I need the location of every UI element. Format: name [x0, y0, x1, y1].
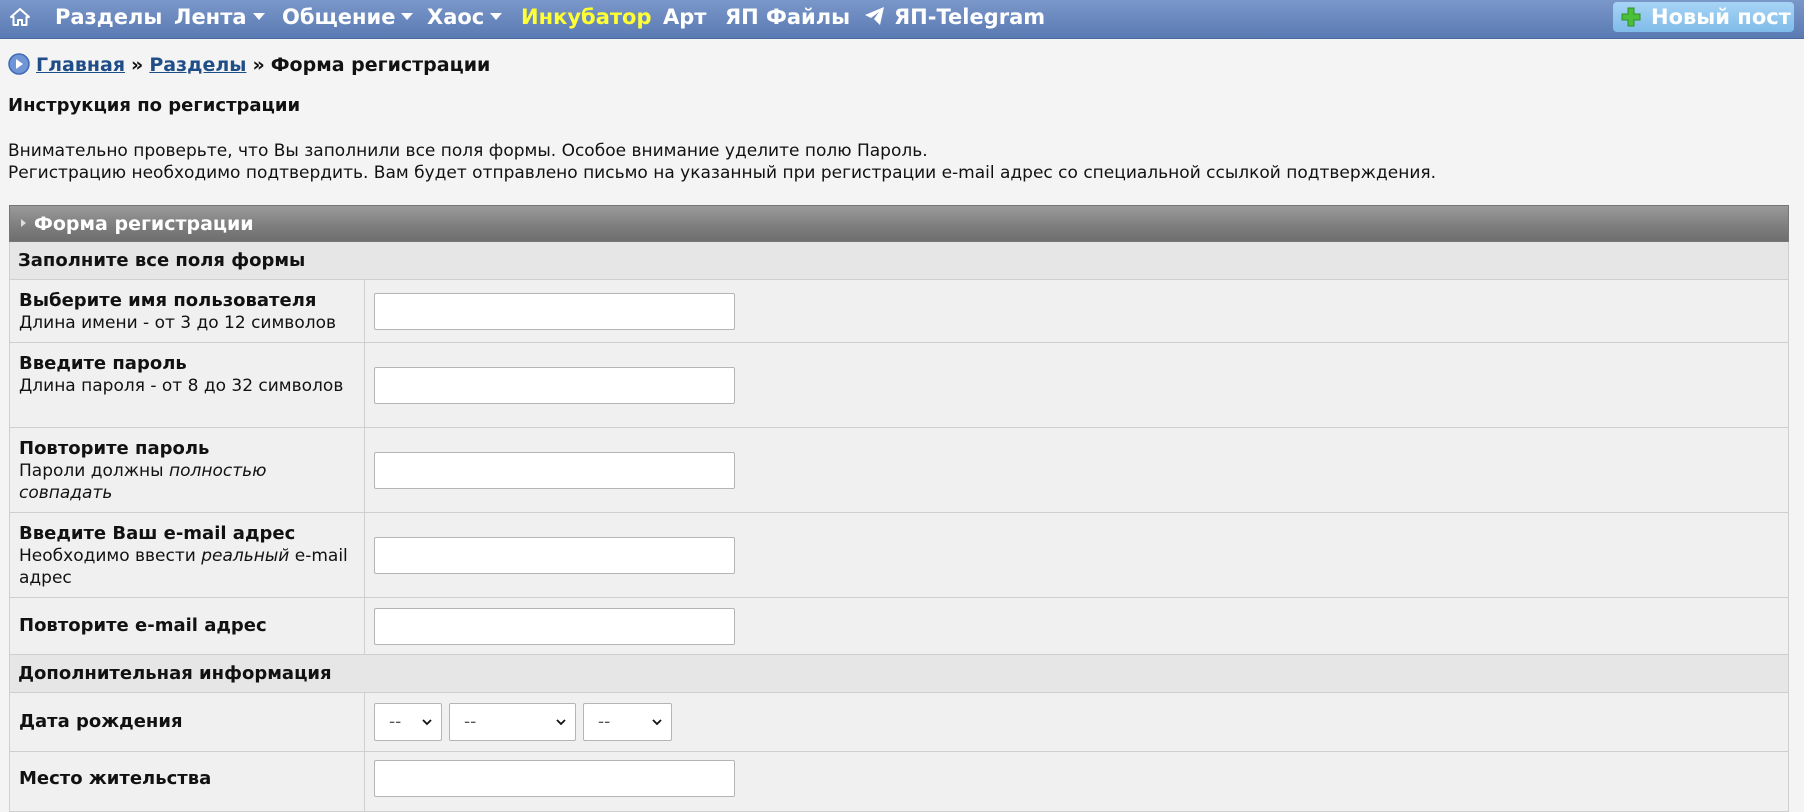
password-repeat-label: Повторите пароль: [19, 438, 210, 459]
nav-item-sections[interactable]: Разделы: [55, 3, 162, 31]
password-repeat-input[interactable]: [374, 451, 735, 489]
location-input[interactable]: [374, 760, 735, 797]
nav-item-files[interactable]: ЯП Файлы: [725, 3, 850, 31]
username-input[interactable]: [374, 292, 735, 330]
password-repeat-hint: Пароли должны: [19, 461, 169, 481]
nav-item-communication[interactable]: Общение: [282, 3, 414, 31]
new-post-button[interactable]: Новый пост: [1613, 2, 1794, 32]
nav-item-telegram[interactable]: ЯП-Telegram: [864, 3, 1045, 31]
breadcrumb-separator: »: [131, 54, 144, 76]
breadcrumb-separator: »: [252, 54, 265, 76]
registration-form: Форма регистрации Заполните все поля фор…: [9, 205, 1789, 812]
password-repeat-label-cell: Повторите пароль Пароли должны полностью…: [10, 428, 365, 512]
email-input[interactable]: [374, 536, 735, 574]
telegram-icon: [865, 7, 884, 25]
nav-item-incubator[interactable]: Инкубатор: [521, 3, 652, 31]
chevron-down-icon: [490, 12, 503, 20]
email-repeat-label-cell: Повторите e-mail адрес: [10, 598, 365, 654]
form-header: Форма регистрации: [9, 205, 1789, 242]
chevron-down-icon: [401, 12, 414, 20]
birthdate-label: Дата рождения: [19, 711, 183, 732]
username-hint: Длина имени - от 3 до 12 символов: [19, 313, 337, 333]
plus-icon: [1621, 7, 1641, 27]
email-row: Введите Ваш e-mail адрес Необходимо ввес…: [9, 513, 1789, 598]
breadcrumb-sections-link[interactable]: Разделы: [149, 54, 246, 76]
section-header-main: Заполните все поля формы: [9, 242, 1789, 280]
chevron-down-icon: [652, 719, 662, 726]
birthdate-row: Дата рождения -- -- --: [9, 693, 1789, 752]
password-repeat-row: Повторите пароль Пароли должны полностью…: [9, 428, 1789, 513]
instructions-title: Инструкция по регистрации: [8, 95, 301, 116]
password-label-cell: Введите пароль Длина пароля - от 8 до 32…: [10, 343, 365, 427]
chevron-down-icon: [422, 719, 432, 726]
breadcrumb-home-link[interactable]: Главная: [36, 54, 125, 76]
email-hint: Необходимо ввести: [19, 546, 202, 566]
home-icon[interactable]: [10, 8, 30, 26]
username-label: Выберите имя пользователя: [19, 290, 317, 311]
location-label-cell: Место жительства: [10, 752, 365, 811]
triangle-right-icon: [21, 218, 26, 227]
birthdate-year-select[interactable]: --: [583, 703, 672, 741]
birthdate-month-select[interactable]: --: [449, 703, 576, 741]
breadcrumb-current: Форма регистрации: [270, 54, 491, 76]
nav-item-art[interactable]: Арт: [663, 3, 706, 31]
nav-item-chaos[interactable]: Хаос: [427, 3, 503, 31]
location-row: Место жительства: [9, 752, 1789, 812]
birthdate-label-cell: Дата рождения: [10, 693, 365, 751]
breadcrumb-arrow-icon: [8, 52, 30, 75]
email-repeat-label: Повторите e-mail адрес: [19, 615, 267, 636]
password-input[interactable]: [374, 366, 735, 404]
instructions-line: Внимательно проверьте, что Вы заполнили …: [8, 141, 928, 161]
chevron-down-icon: [252, 12, 265, 20]
email-repeat-input[interactable]: [374, 607, 735, 645]
username-label-cell: Выберите имя пользователя Длина имени - …: [10, 280, 365, 342]
instructions-text: Внимательно проверьте, что Вы заполнили …: [8, 140, 1436, 184]
birthdate-day-select[interactable]: --: [374, 703, 442, 741]
email-label: Введите Ваш e-mail адрес: [19, 523, 296, 544]
section-header-extra: Дополнительная информация: [9, 655, 1789, 693]
instructions-line: Регистрацию необходимо подтвердить. Вам …: [8, 163, 1437, 183]
chevron-down-icon: [556, 719, 566, 726]
email-hint-emphasis: реальный: [201, 546, 290, 566]
email-repeat-row: Повторите e-mail адрес: [9, 598, 1789, 655]
password-hint: Длина пароля - от 8 до 32 символов: [19, 376, 344, 396]
nav-item-feed[interactable]: Лента: [174, 3, 265, 31]
top-navigation-bar: Разделы Лента Общение Хаос Инкубатор Арт…: [0, 0, 1804, 39]
breadcrumb: Главная» Разделы» Форма регистрации: [8, 52, 491, 80]
email-label-cell: Введите Ваш e-mail адрес Необходимо ввес…: [10, 513, 365, 597]
password-label: Введите пароль: [19, 353, 187, 374]
username-row: Выберите имя пользователя Длина имени - …: [9, 280, 1789, 343]
password-row: Введите пароль Длина пароля - от 8 до 32…: [9, 343, 1789, 428]
